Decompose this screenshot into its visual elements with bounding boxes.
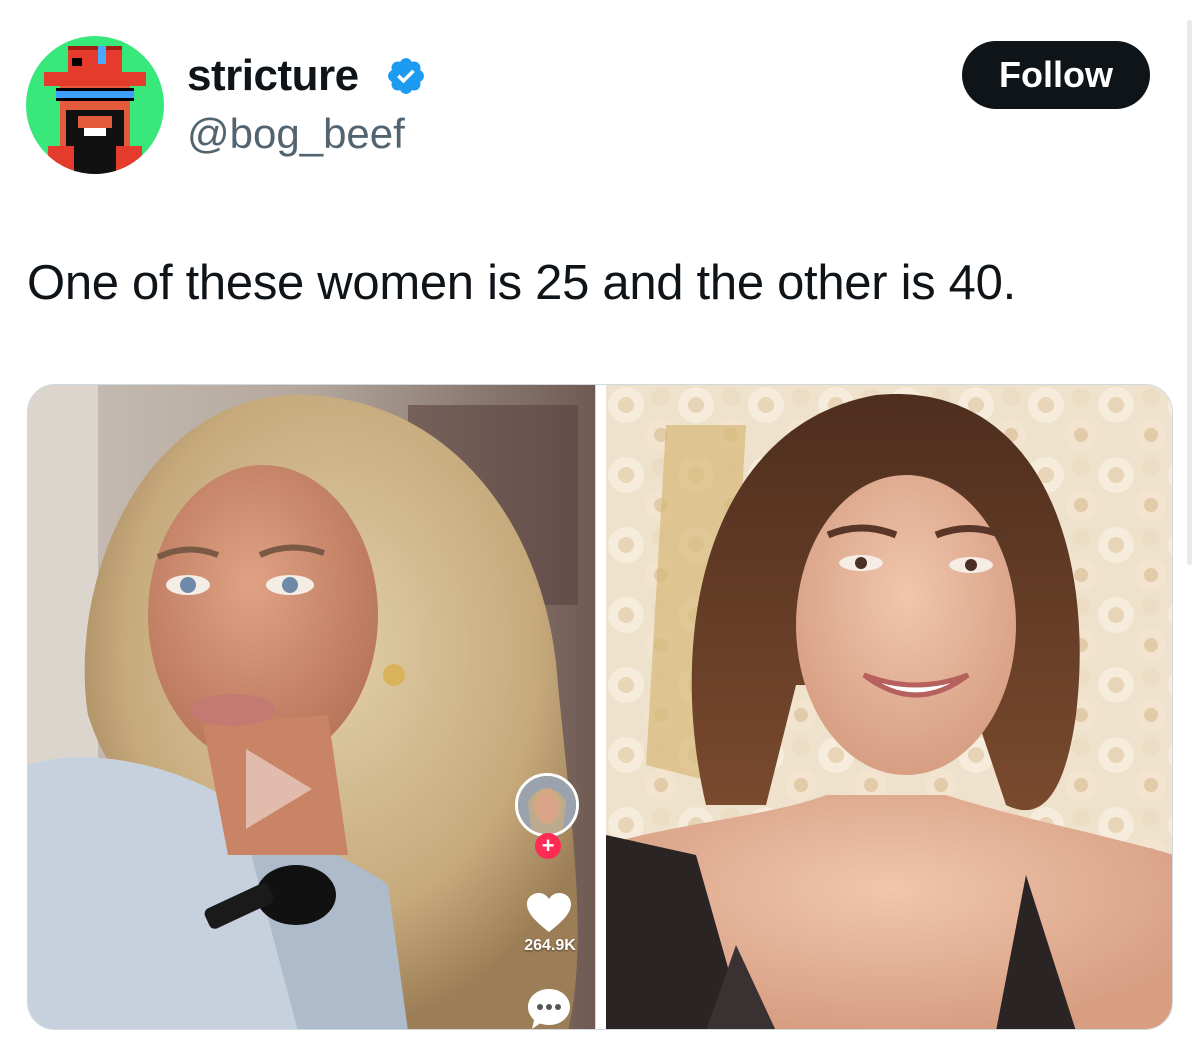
verified-badge-icon xyxy=(388,58,424,94)
media-right-photo[interactable] xyxy=(606,385,1172,1029)
display-name[interactable]: stricture xyxy=(187,52,359,100)
user-avatar[interactable] xyxy=(26,36,164,174)
media-divider xyxy=(595,385,606,1029)
comment-icon[interactable] xyxy=(528,989,570,1029)
blonde-woman-photo xyxy=(28,385,595,1029)
follow-plus-icon[interactable]: + xyxy=(535,833,561,859)
media-left-video[interactable]: + 264.9K xyxy=(28,385,595,1029)
like-count: 264.9K xyxy=(524,937,576,954)
tweet-text: One of these women is 25 and the other i… xyxy=(27,256,1016,310)
brunette-woman-photo xyxy=(606,385,1172,1029)
heart-icon[interactable] xyxy=(527,893,571,933)
follow-button[interactable]: Follow xyxy=(962,41,1150,109)
media-grid: + 264.9K xyxy=(27,384,1173,1030)
pixel-art-cowboy-avatar-icon xyxy=(26,36,164,174)
scrollbar-thumb[interactable] xyxy=(1187,20,1192,565)
user-handle[interactable]: @bog_beef xyxy=(187,110,405,158)
play-icon[interactable] xyxy=(246,749,312,829)
profile-avatar-icon[interactable] xyxy=(515,773,579,837)
